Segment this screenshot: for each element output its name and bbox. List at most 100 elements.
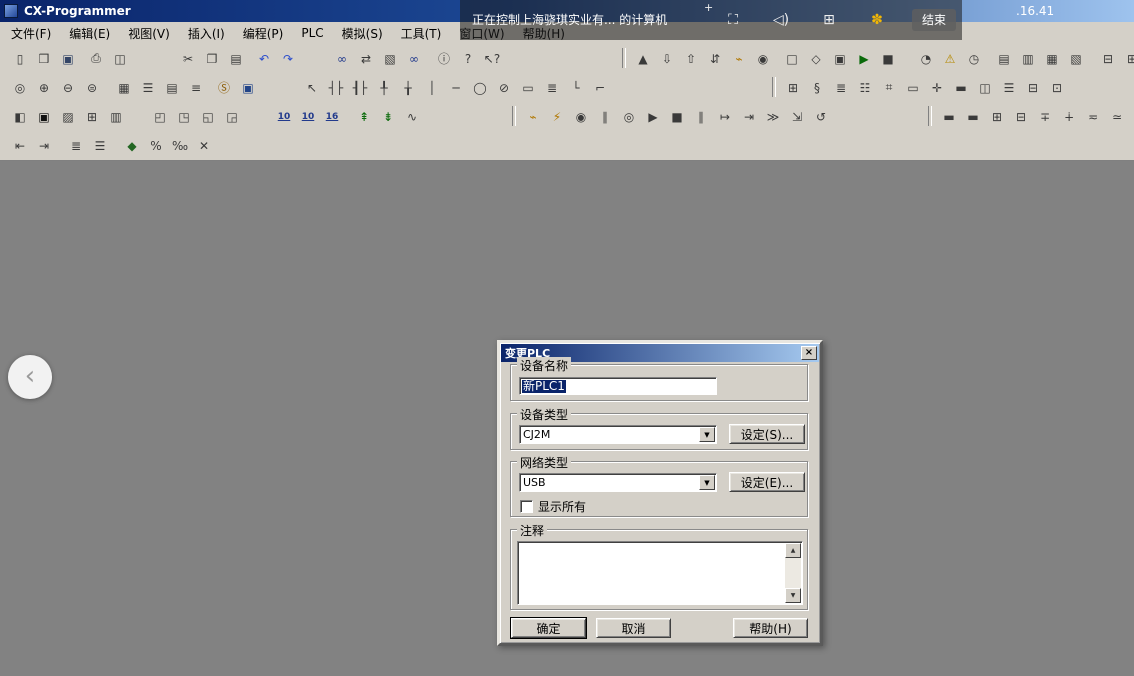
copy-icon[interactable]: ❐ xyxy=(200,47,224,70)
pause-button-icon[interactable]: ∥ xyxy=(689,105,713,128)
list-view-icon[interactable]: ≣ xyxy=(64,134,88,157)
cut-icon[interactable]: ✂ xyxy=(176,47,200,70)
ladder-view-icon[interactable]: ☷ xyxy=(853,76,877,99)
view-quad3-icon[interactable]: ◱ xyxy=(196,105,220,128)
sunflower-icon[interactable]: ✽ xyxy=(866,9,888,31)
io-comment-icon[interactable]: § xyxy=(805,76,829,99)
menu-item-program[interactable]: 编程(P) xyxy=(234,23,293,44)
solid-block-icon[interactable]: ▣ xyxy=(32,105,56,128)
undo-icon[interactable]: ↶ xyxy=(252,47,276,70)
force-reset-icon[interactable]: ‰ xyxy=(168,134,192,157)
device-type-settings-button[interactable]: 设定(S)... xyxy=(729,424,805,444)
replace-icon[interactable]: ⇄ xyxy=(354,47,378,70)
window-symbols-icon[interactable]: ▦ xyxy=(1040,47,1064,70)
device-type-dropdown-icon[interactable]: ▼ xyxy=(699,427,715,442)
mode-program-icon[interactable]: □ xyxy=(780,47,804,70)
horizontal-line-icon[interactable]: ─ xyxy=(444,76,468,99)
step-into-icon[interactable]: ⇥ xyxy=(737,105,761,128)
zoom-tool-icon[interactable]: ◎ xyxy=(8,76,32,99)
pause-monitoring-icon[interactable]: ∥ xyxy=(593,105,617,128)
function-block-icon[interactable]: ▭ xyxy=(516,76,540,99)
print-icon[interactable]: ⎙ xyxy=(84,47,108,70)
auto-online-icon[interactable]: ⚡ xyxy=(545,105,569,128)
mode-stop-icon[interactable]: ■ xyxy=(876,47,900,70)
hex-monitor-icon[interactable]: 16 xyxy=(320,105,344,128)
windows-grid-icon[interactable]: ⊞ xyxy=(818,9,840,31)
more-tools-icon[interactable]: ⊞ xyxy=(1120,47,1134,70)
scroll-up-icon[interactable]: ▲ xyxy=(785,543,801,558)
or-contact-icon[interactable]: ╀ xyxy=(372,76,396,99)
outdent-icon[interactable]: ⇤ xyxy=(8,134,32,157)
scroll-down-icon[interactable]: ▼ xyxy=(785,588,801,603)
monitor-icon[interactable]: ◉ xyxy=(751,47,775,70)
mode-debug-icon[interactable]: ◇ xyxy=(804,47,828,70)
window-mnemonic-icon[interactable]: ▥ xyxy=(1016,47,1040,70)
multipoint-monitor-icon[interactable]: ◎ xyxy=(617,105,641,128)
symbols-window-icon[interactable]: ⊞ xyxy=(781,76,805,99)
clock-icon[interactable]: ◷ xyxy=(962,47,986,70)
mnemonic-view-icon[interactable]: ≣ xyxy=(829,76,853,99)
ok-button[interactable]: 确定 xyxy=(511,618,586,638)
expand-all-icon[interactable]: ⊞ xyxy=(985,105,1009,128)
collapse-all-icon[interactable]: ⊟ xyxy=(1009,105,1033,128)
split-view-icon[interactable]: ⊟ xyxy=(1021,76,1045,99)
retrieve-icon[interactable]: ∞ xyxy=(402,47,426,70)
save-icon[interactable]: ▣ xyxy=(56,47,80,70)
vertical-line-icon[interactable]: │ xyxy=(420,76,444,99)
zoom-out-icon[interactable]: ⊖ xyxy=(56,76,80,99)
menu-item-plc[interactable]: PLC xyxy=(292,24,332,42)
reset-plc-icon[interactable]: ↺ xyxy=(809,105,833,128)
menu-item-view[interactable]: 视图(V) xyxy=(119,23,179,44)
cancel-button[interactable]: 取消 xyxy=(596,618,671,638)
dialog-close-button[interactable]: × xyxy=(801,346,817,360)
zoom-fit-icon[interactable]: ⊜ xyxy=(80,76,104,99)
new-file-icon[interactable]: ▯ xyxy=(8,47,32,70)
properties-icon[interactable]: ⊟ xyxy=(1096,47,1120,70)
detail-view-icon[interactable]: ☰ xyxy=(88,134,112,157)
show-all-checkbox-row[interactable]: 显示所有 xyxy=(520,498,586,515)
branch-icon[interactable]: └ xyxy=(564,76,588,99)
or-closed-contact-icon[interactable]: ╁ xyxy=(396,76,420,99)
network-type-select[interactable]: USB ▼ xyxy=(519,473,717,492)
closed-coil-icon[interactable]: ⊘ xyxy=(492,76,516,99)
grid-window-icon[interactable]: ⊞ xyxy=(80,105,104,128)
stop-button-icon[interactable]: ■ xyxy=(665,105,689,128)
hatch-window-icon[interactable]: ▨ xyxy=(56,105,80,128)
hex-view-icon[interactable]: ⌗ xyxy=(877,76,901,99)
signed-decimal-monitor-icon[interactable]: 10 xyxy=(296,105,320,128)
scan-run-icon[interactable]: ⇲ xyxy=(785,105,809,128)
comment-tool-icon[interactable]: ⌐ xyxy=(588,76,612,99)
transfer-from-plc-icon[interactable]: ⇧ xyxy=(679,47,703,70)
open-file-icon[interactable]: ❒ xyxy=(32,47,56,70)
next-jump-icon[interactable]: ⇟ xyxy=(376,105,400,128)
show-all-checkbox[interactable] xyxy=(520,500,533,513)
output-window-icon[interactable]: ▬ xyxy=(949,76,973,99)
frame-icon[interactable]: ▣ xyxy=(236,76,260,99)
comment-scrollbar[interactable]: ▲ ▼ xyxy=(785,543,801,603)
run-button-icon[interactable]: ▶ xyxy=(641,105,665,128)
coil-icon[interactable]: ◯ xyxy=(468,76,492,99)
cross-reference-icon[interactable]: ✛ xyxy=(925,76,949,99)
mode-run-icon[interactable]: ▶ xyxy=(852,47,876,70)
network-type-dropdown-icon[interactable]: ▼ xyxy=(699,475,715,490)
comment-textarea[interactable]: ▲ ▼ xyxy=(517,541,803,605)
error-log-icon[interactable]: ⚠ xyxy=(938,47,962,70)
view-quad2-icon[interactable]: ◳ xyxy=(172,105,196,128)
window-ladder-icon[interactable]: ▤ xyxy=(992,47,1016,70)
help-icon[interactable]: ? xyxy=(456,47,480,70)
menu-item-edit[interactable]: 编辑(E) xyxy=(60,23,119,44)
find-icon[interactable]: ∞ xyxy=(330,47,354,70)
prev-jump-icon[interactable]: ⇞ xyxy=(352,105,376,128)
device-type-select[interactable]: CJ2M ▼ xyxy=(519,425,717,444)
zoom-in-icon[interactable]: ⊕ xyxy=(32,76,56,99)
mode-monitor-icon[interactable]: ▣ xyxy=(828,47,852,70)
rung-manager-icon[interactable]: ▤ xyxy=(160,76,184,99)
work-online-icon[interactable]: ⌁ xyxy=(727,47,751,70)
menu-item-file[interactable]: 文件(F) xyxy=(2,23,60,44)
speaker-icon[interactable]: ◁) xyxy=(770,9,792,31)
view-quad4-icon[interactable]: ◲ xyxy=(220,105,244,128)
device-name-input[interactable]: 新PLC1 xyxy=(519,377,717,395)
program-window-icon[interactable]: ◧ xyxy=(8,105,32,128)
closed-contact-icon[interactable]: ┨├ xyxy=(348,76,372,99)
transfer-memory-icon[interactable]: ≃ xyxy=(1105,105,1129,128)
